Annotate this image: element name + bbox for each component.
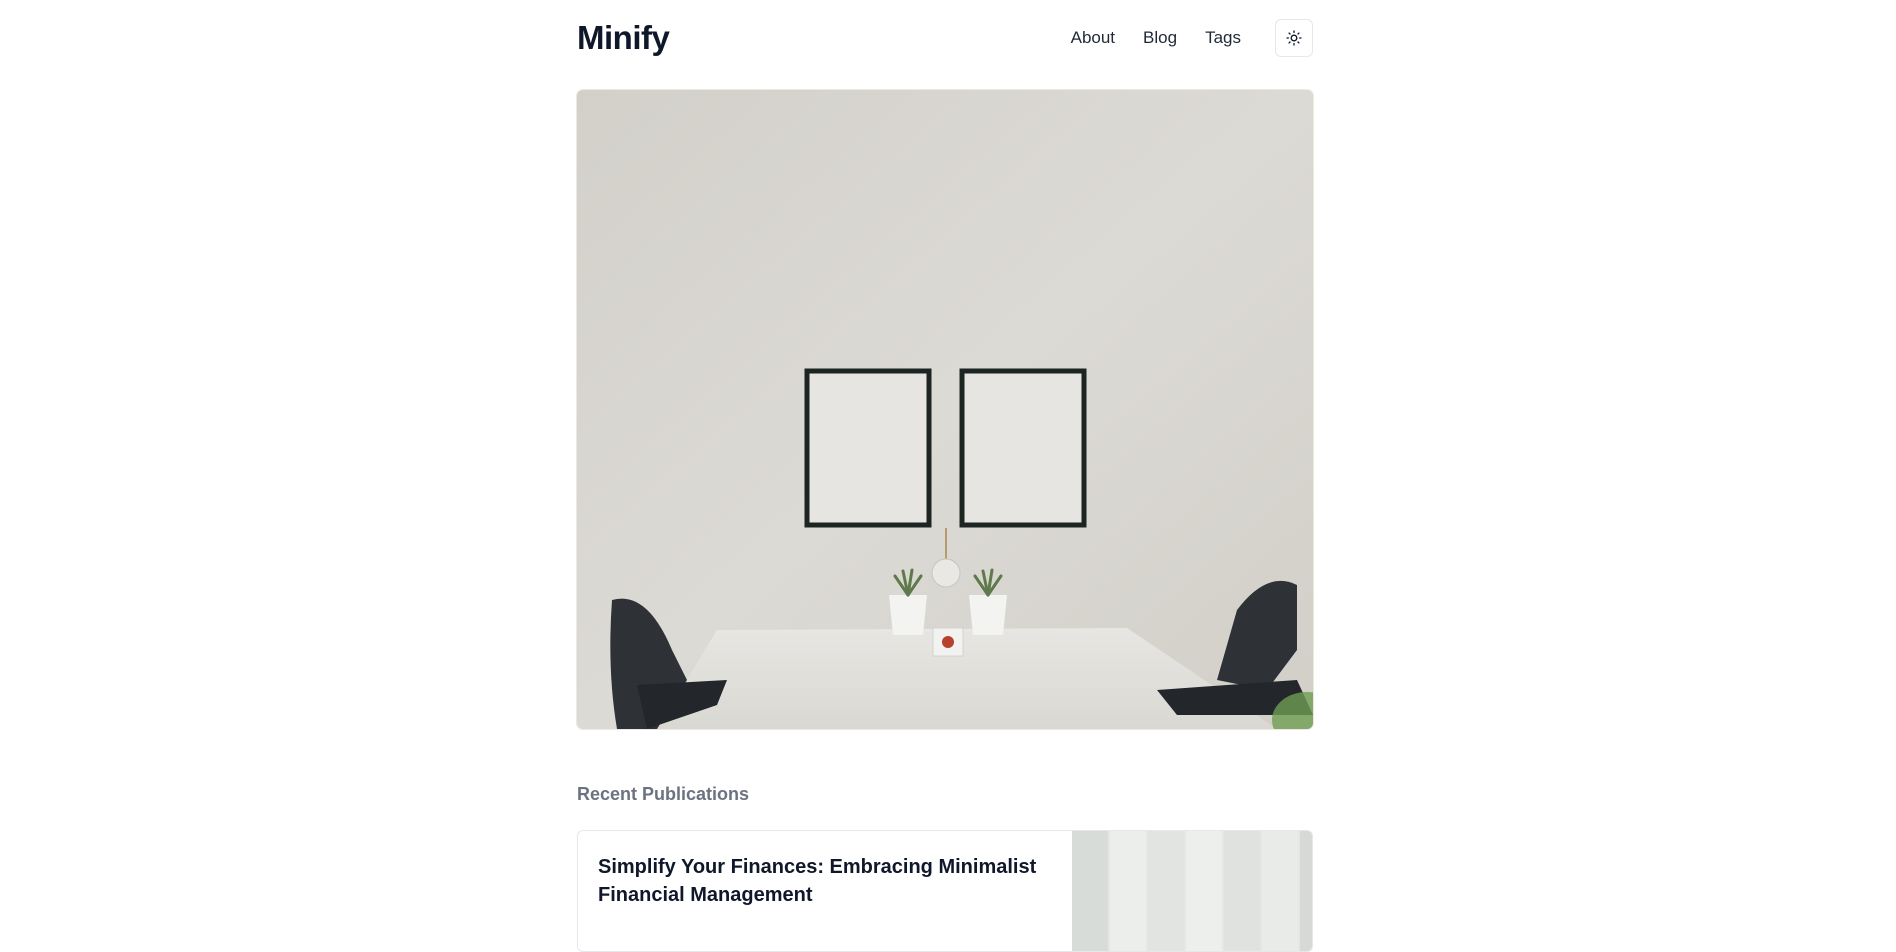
- minimalist-room-illustration: [577, 90, 1313, 729]
- theme-toggle-button[interactable]: [1275, 19, 1313, 57]
- hero-image: [577, 90, 1313, 729]
- post-title[interactable]: Simplify Your Finances: Embracing Minima…: [598, 853, 1058, 909]
- white-wall-panels-image: [1072, 831, 1312, 951]
- site-header: Minify About Blog Tags: [577, 0, 1313, 76]
- post-thumbnail[interactable]: [1072, 831, 1312, 951]
- sun-icon: [1286, 30, 1302, 46]
- nav-link-about[interactable]: About: [1071, 28, 1115, 48]
- recent-publications-heading: Recent Publications: [577, 784, 750, 804]
- site-logo[interactable]: Minify: [577, 19, 670, 57]
- page-container: Minify About Blog Tags Recent Publicatio…: [577, 0, 1313, 952]
- main-nav: About Blog Tags: [1071, 19, 1313, 57]
- nav-link-blog[interactable]: Blog: [1143, 28, 1177, 48]
- nav-link-tags[interactable]: Tags: [1205, 28, 1241, 48]
- post-card[interactable]: Simplify Your Finances: Embracing Minima…: [577, 830, 1313, 952]
